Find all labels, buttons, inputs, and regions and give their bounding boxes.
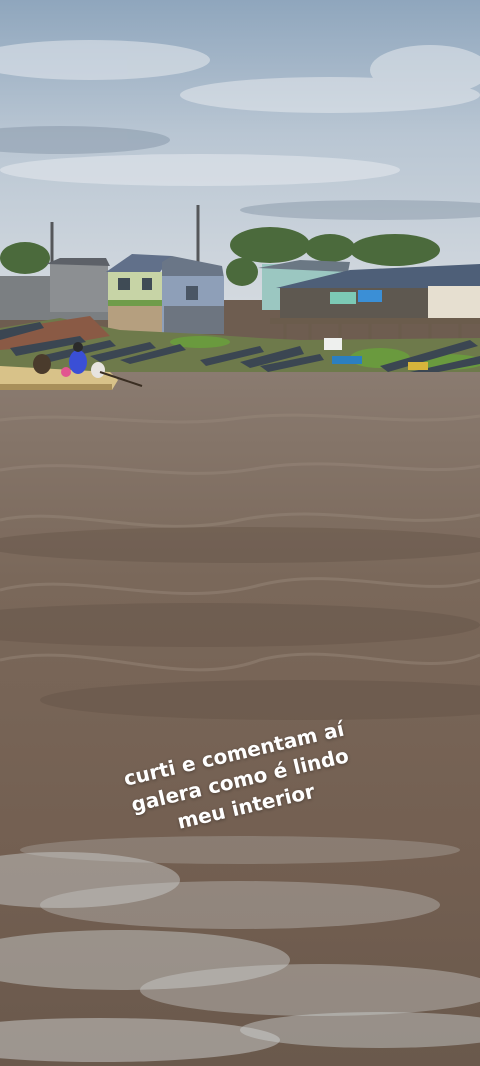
water-dark-bands <box>0 527 480 720</box>
house-gray-left <box>50 262 108 312</box>
person-dark <box>33 354 51 374</box>
person-blue <box>69 350 87 374</box>
person-white <box>91 362 105 378</box>
blue-house <box>162 256 224 334</box>
white-box <box>324 338 342 350</box>
river-village-photo <box>0 0 480 1066</box>
